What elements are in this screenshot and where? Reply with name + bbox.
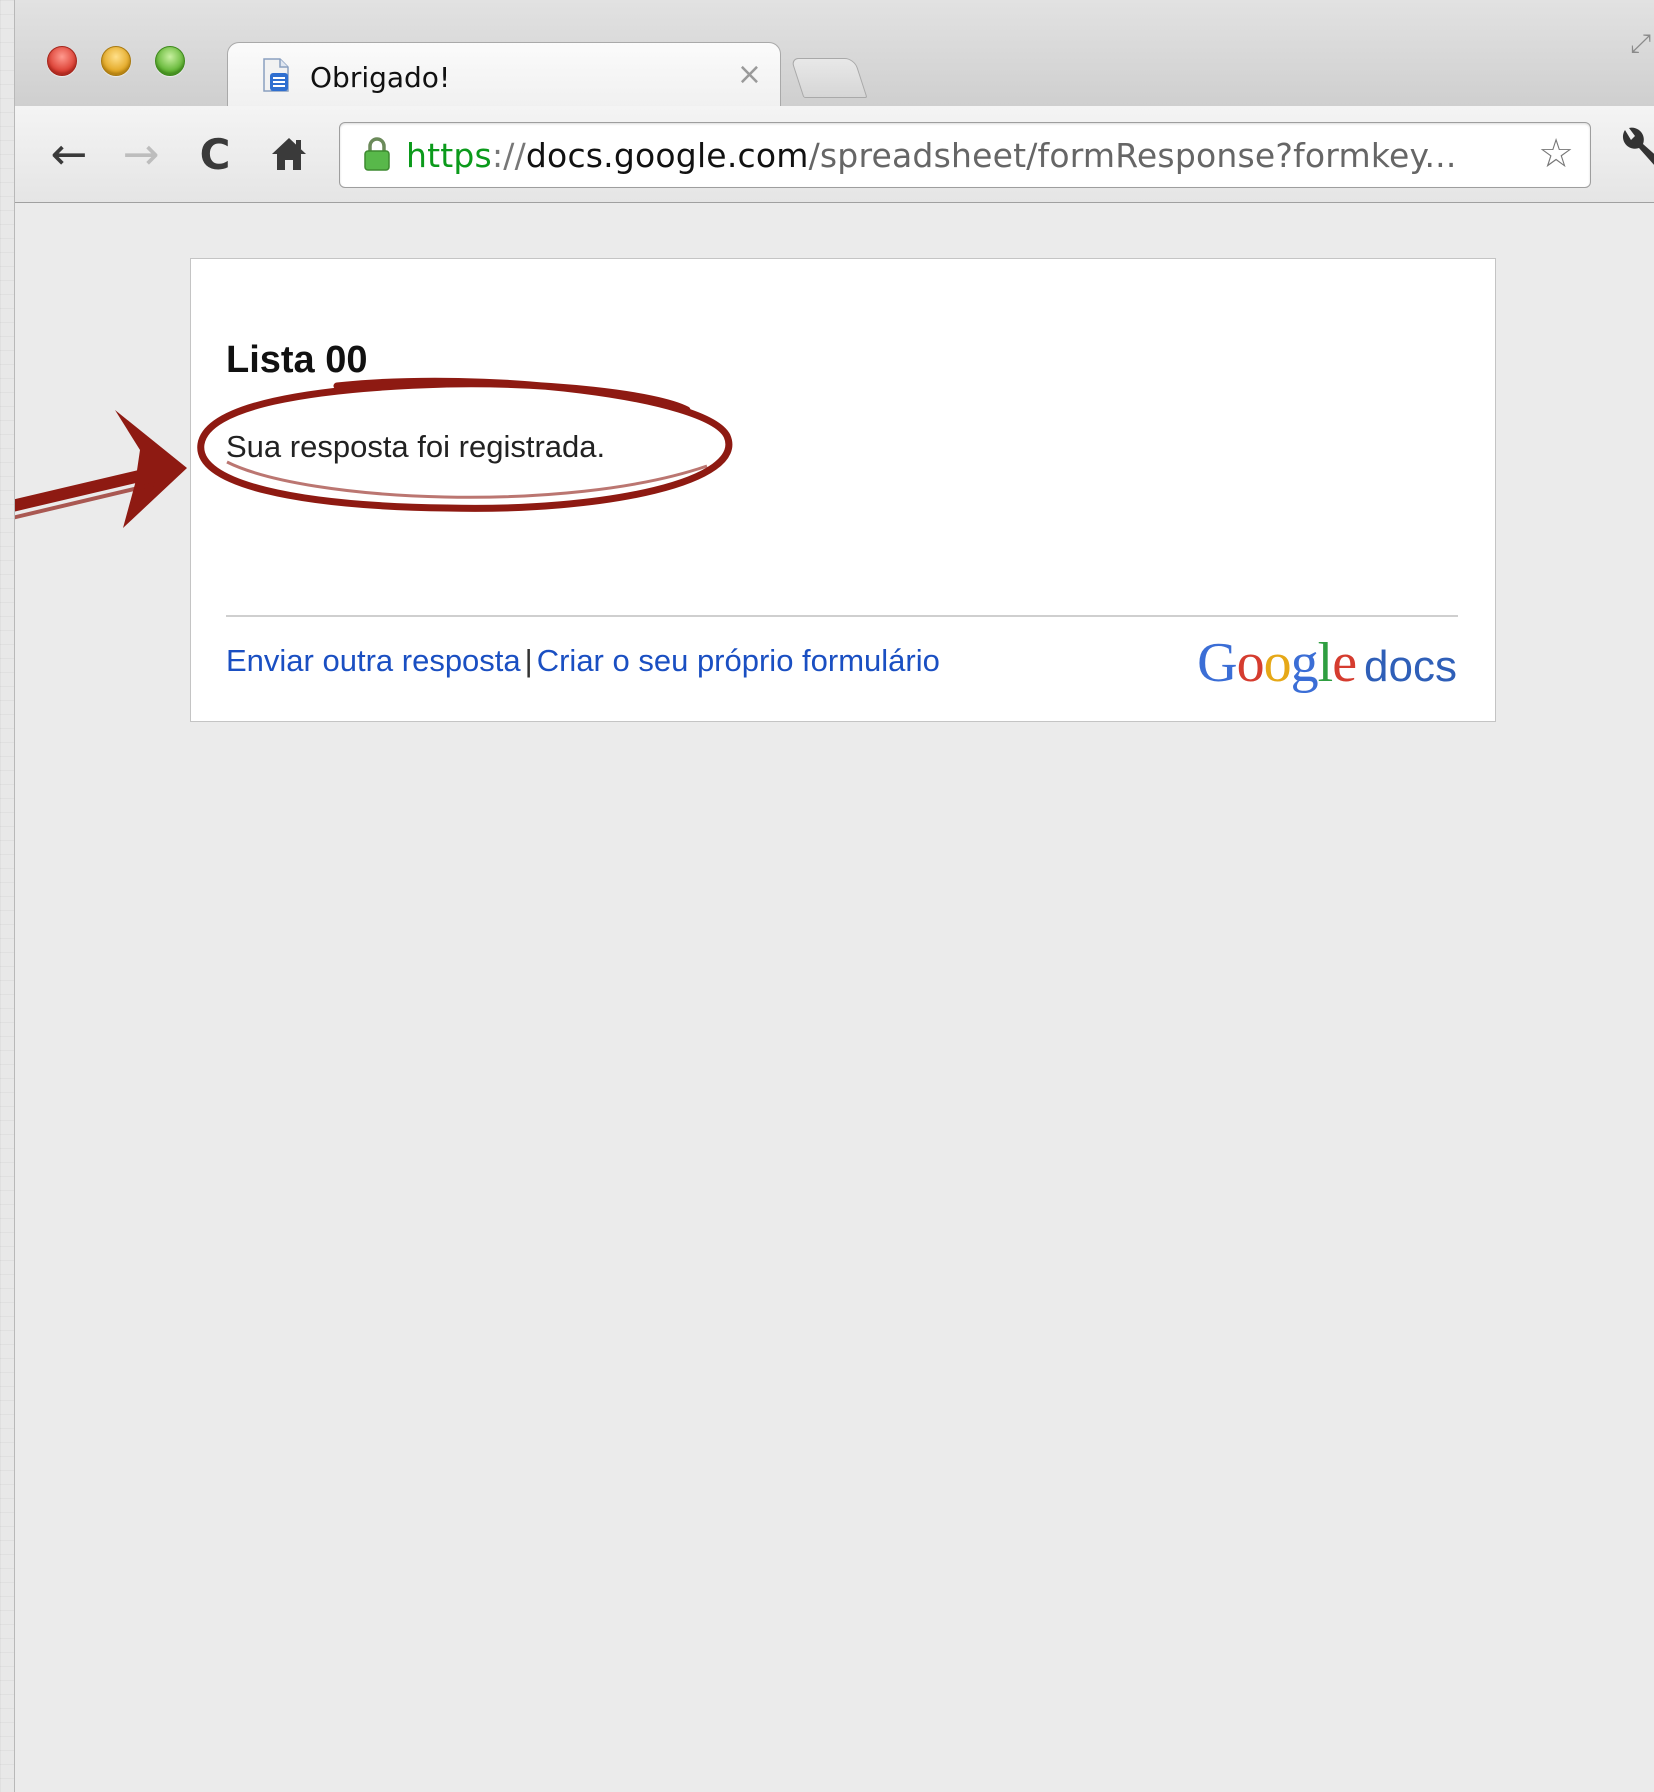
wrench-menu-icon[interactable] xyxy=(1615,122,1654,178)
tab-close-icon[interactable]: × xyxy=(737,57,762,92)
google-letter: G xyxy=(1197,632,1237,694)
docs-wordmark: docs xyxy=(1364,642,1457,691)
google-letter: o xyxy=(1263,632,1292,694)
url-scheme: https xyxy=(406,136,492,175)
title-bar: Obrigado! × ⤢ xyxy=(15,0,1654,109)
address-bar[interactable]: https://docs.google.com/spreadsheet/form… xyxy=(339,122,1591,188)
send-another-response-link[interactable]: Enviar outra resposta xyxy=(226,643,521,678)
form-footer-links: Enviar outra resposta | Criar o seu própri… xyxy=(226,643,940,679)
browser-window: Obrigado! × ⤢ ← → C https://docs.google.… xyxy=(14,0,1654,1792)
fullscreen-icon[interactable]: ⤢ xyxy=(1630,28,1651,60)
minimize-window-button[interactable] xyxy=(101,46,131,76)
google-docs-form-icon xyxy=(263,58,289,92)
url-host: docs.google.com xyxy=(525,136,809,175)
google-letter: g xyxy=(1290,632,1319,694)
link-separator: | xyxy=(524,643,533,678)
new-tab-button[interactable] xyxy=(790,58,868,98)
reload-icon[interactable]: C xyxy=(187,126,243,182)
annotation-circle xyxy=(197,377,733,512)
home-icon-glyph xyxy=(272,138,306,170)
back-arrow-icon[interactable]: ← xyxy=(41,126,97,182)
create-own-form-link[interactable]: Criar o seu próprio formulário xyxy=(537,643,940,678)
url-text: https://docs.google.com/spreadsheet/form… xyxy=(406,136,1457,175)
google-wordmark: Google xyxy=(1197,632,1357,694)
google-letter: l xyxy=(1317,632,1334,694)
close-window-button[interactable] xyxy=(47,46,77,76)
url-path: /spreadsheet/formResponse?formkey... xyxy=(808,136,1457,175)
annotation-arrow xyxy=(15,410,187,528)
bookmark-star-icon[interactable]: ☆ xyxy=(1538,131,1574,177)
google-letter: o xyxy=(1236,632,1265,694)
google-letter: e xyxy=(1332,632,1357,694)
url-separator: :// xyxy=(491,136,526,175)
home-icon[interactable] xyxy=(261,126,317,182)
navigation-toolbar: ← → C https://docs.google.com/spreadshee… xyxy=(15,106,1654,203)
secure-lock-icon xyxy=(364,137,390,171)
forward-arrow-icon[interactable]: → xyxy=(113,126,169,182)
card-divider xyxy=(226,615,1458,617)
tab-title: Obrigado! xyxy=(310,61,451,94)
google-docs-logo[interactable]: Google docs xyxy=(1197,631,1457,695)
tab-obrigado[interactable]: Obrigado! × xyxy=(227,42,781,109)
zoom-window-button[interactable] xyxy=(155,46,185,76)
